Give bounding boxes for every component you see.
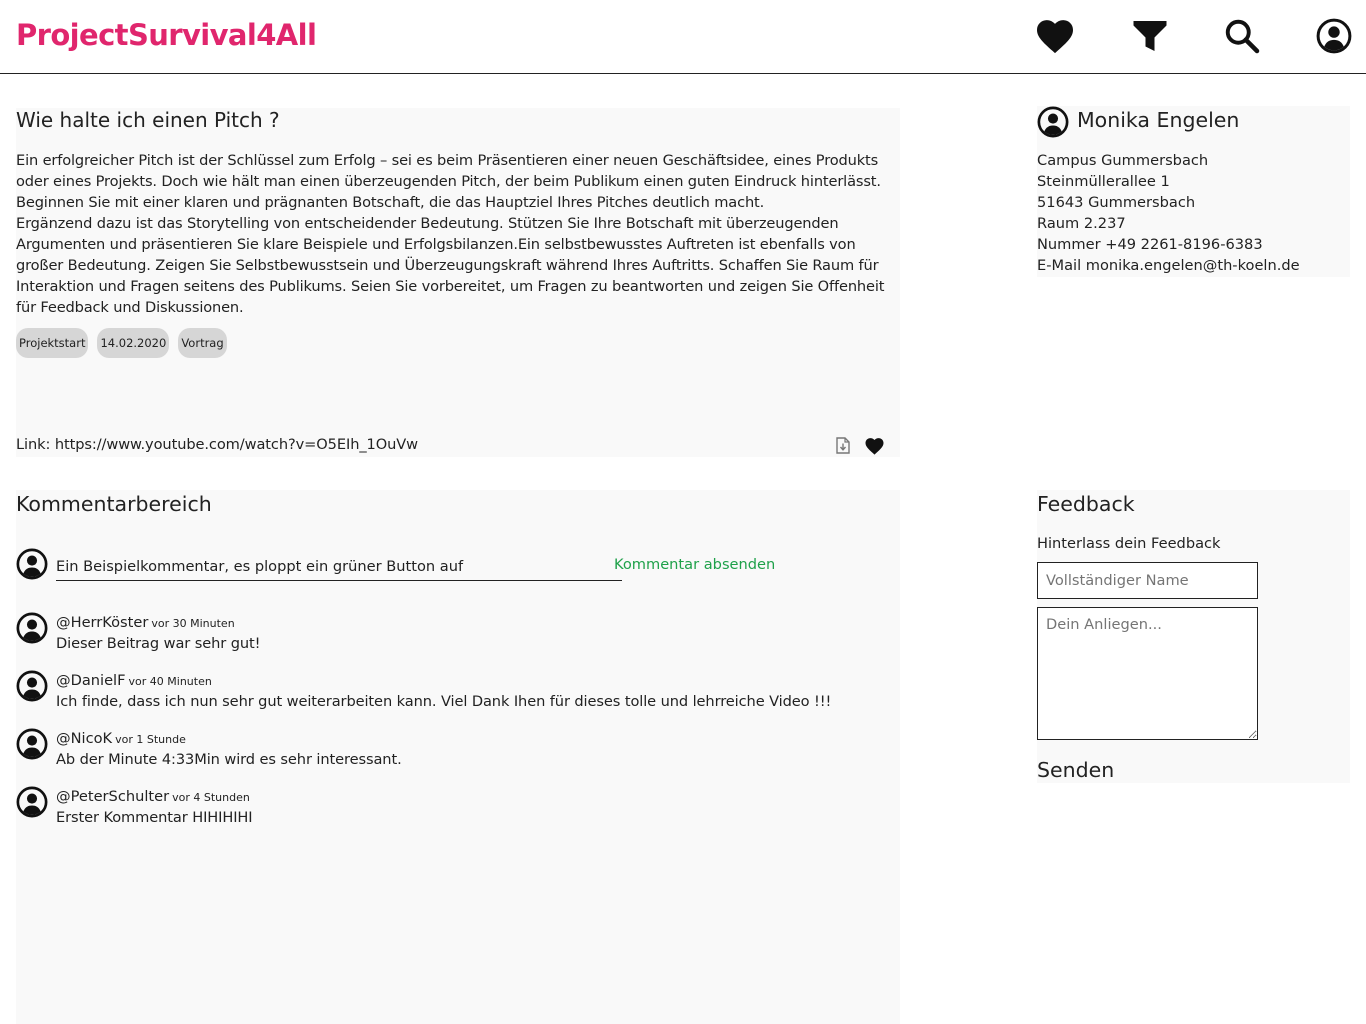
download-file-icon xyxy=(836,437,850,454)
contact-city: 51643 Gummersbach xyxy=(1037,194,1196,211)
comment-input[interactable] xyxy=(56,550,622,581)
comment-time: vor 40 Minuten xyxy=(128,675,212,688)
top-bar: ProjectSurvival4All xyxy=(0,0,1366,74)
app-logo[interactable]: ProjectSurvival4All xyxy=(16,18,317,52)
filter-icon xyxy=(1133,21,1167,51)
feedback-section: Feedback Hinterlass dein Feedback Senden xyxy=(1037,490,1350,783)
comment-author[interactable]: @DanielF xyxy=(56,672,126,689)
comment-time: vor 30 Minuten xyxy=(151,617,235,630)
comment-text: Ich finde, dass ich nun sehr gut weitera… xyxy=(56,693,832,710)
favorites-button[interactable] xyxy=(1035,16,1075,56)
contact-room: Raum 2.237 xyxy=(1037,215,1126,232)
contact-campus: Campus Gummersbach xyxy=(1037,152,1209,169)
comment-author[interactable]: @PeterSchulter xyxy=(56,788,169,805)
feedback-send-button[interactable]: Senden xyxy=(1037,758,1114,782)
comment-author-line: @HerrKöster vor 30 Minuten xyxy=(56,614,235,631)
message-field[interactable] xyxy=(1037,607,1258,740)
contact-street: Steinmüllerallee 1 xyxy=(1037,173,1170,190)
feedback-title: Feedback xyxy=(1037,492,1135,516)
comment-text: Erster Kommentar HIHIHIHI xyxy=(56,809,253,826)
person-icon xyxy=(16,728,48,760)
account-icon xyxy=(1316,18,1352,54)
article-card: Wie halte ich einen Pitch ? Ein erfolgre… xyxy=(16,108,900,457)
comment-author[interactable]: @NicoK xyxy=(56,730,112,747)
comment-author-line: @PeterSchulter vor 4 Stunden xyxy=(56,788,250,805)
contact-card: Monika Engelen Campus Gummersbach Steinm… xyxy=(1037,106,1350,277)
send-comment-button[interactable]: Kommentar absenden xyxy=(614,556,775,573)
contact-details: Campus Gummersbach Steinmüllerallee 1 51… xyxy=(1037,150,1300,276)
comments-section: Kommentarbereich Kommentar absenden @Her… xyxy=(16,490,900,1024)
person-icon xyxy=(16,670,48,702)
contact-email[interactable]: E-Mail monika.engelen@th-koeln.de xyxy=(1037,255,1300,276)
person-icon xyxy=(16,612,48,644)
comment-author[interactable]: @HerrKöster xyxy=(56,614,148,631)
favorite-button[interactable] xyxy=(864,437,886,455)
comment-item: @NicoK vor 1 Stunde Ab der Minute 4:33Min… xyxy=(16,728,896,774)
comments-title: Kommentarbereich xyxy=(16,492,212,516)
comment-time: vor 1 Stunde xyxy=(115,733,186,746)
person-icon xyxy=(16,786,48,818)
comment-author-line: @NicoK vor 1 Stunde xyxy=(56,730,186,747)
heart-icon xyxy=(1037,20,1073,54)
person-icon xyxy=(1037,106,1069,138)
download-button[interactable] xyxy=(836,437,852,455)
search-icon xyxy=(1225,19,1260,54)
account-button[interactable] xyxy=(1314,16,1354,56)
search-button[interactable] xyxy=(1222,16,1262,56)
article-body: Ein erfolgreicher Pitch ist der Schlüsse… xyxy=(16,152,885,316)
full-name-field[interactable] xyxy=(1037,562,1258,599)
article-link[interactable]: Link: https://www.youtube.com/watch?v=O5… xyxy=(16,436,418,453)
article-title: Wie halte ich einen Pitch ? xyxy=(16,108,280,132)
comment-text: Dieser Beitrag war sehr gut! xyxy=(56,635,261,652)
comment-item: @DanielF vor 40 Minuten Ich finde, dass i… xyxy=(16,670,896,716)
article-tags: Projektstart 14.02.2020 Vortrag xyxy=(16,328,227,358)
heart-icon xyxy=(865,438,884,455)
comment-author-line: @DanielF vor 40 Minuten xyxy=(56,672,212,689)
comment-time: vor 4 Stunden xyxy=(172,791,250,804)
feedback-subtitle: Hinterlass dein Feedback xyxy=(1037,535,1221,552)
person-icon xyxy=(16,548,48,580)
comment-item: @HerrKöster vor 30 Minuten Dieser Beitrag… xyxy=(16,612,896,658)
tag-chip[interactable]: Projektstart xyxy=(16,328,89,358)
filter-button[interactable] xyxy=(1130,16,1170,56)
comment-item: @PeterSchulter vor 4 Stunden Erster Komme… xyxy=(16,786,896,832)
contact-name: Monika Engelen xyxy=(1077,108,1240,132)
comment-text: Ab der Minute 4:33Min wird es sehr inter… xyxy=(56,751,402,768)
tag-chip[interactable]: 14.02.2020 xyxy=(97,328,170,358)
contact-phone: Nummer +49 2261-8196-6383 xyxy=(1037,236,1263,253)
tag-chip[interactable]: Vortrag xyxy=(178,328,227,358)
